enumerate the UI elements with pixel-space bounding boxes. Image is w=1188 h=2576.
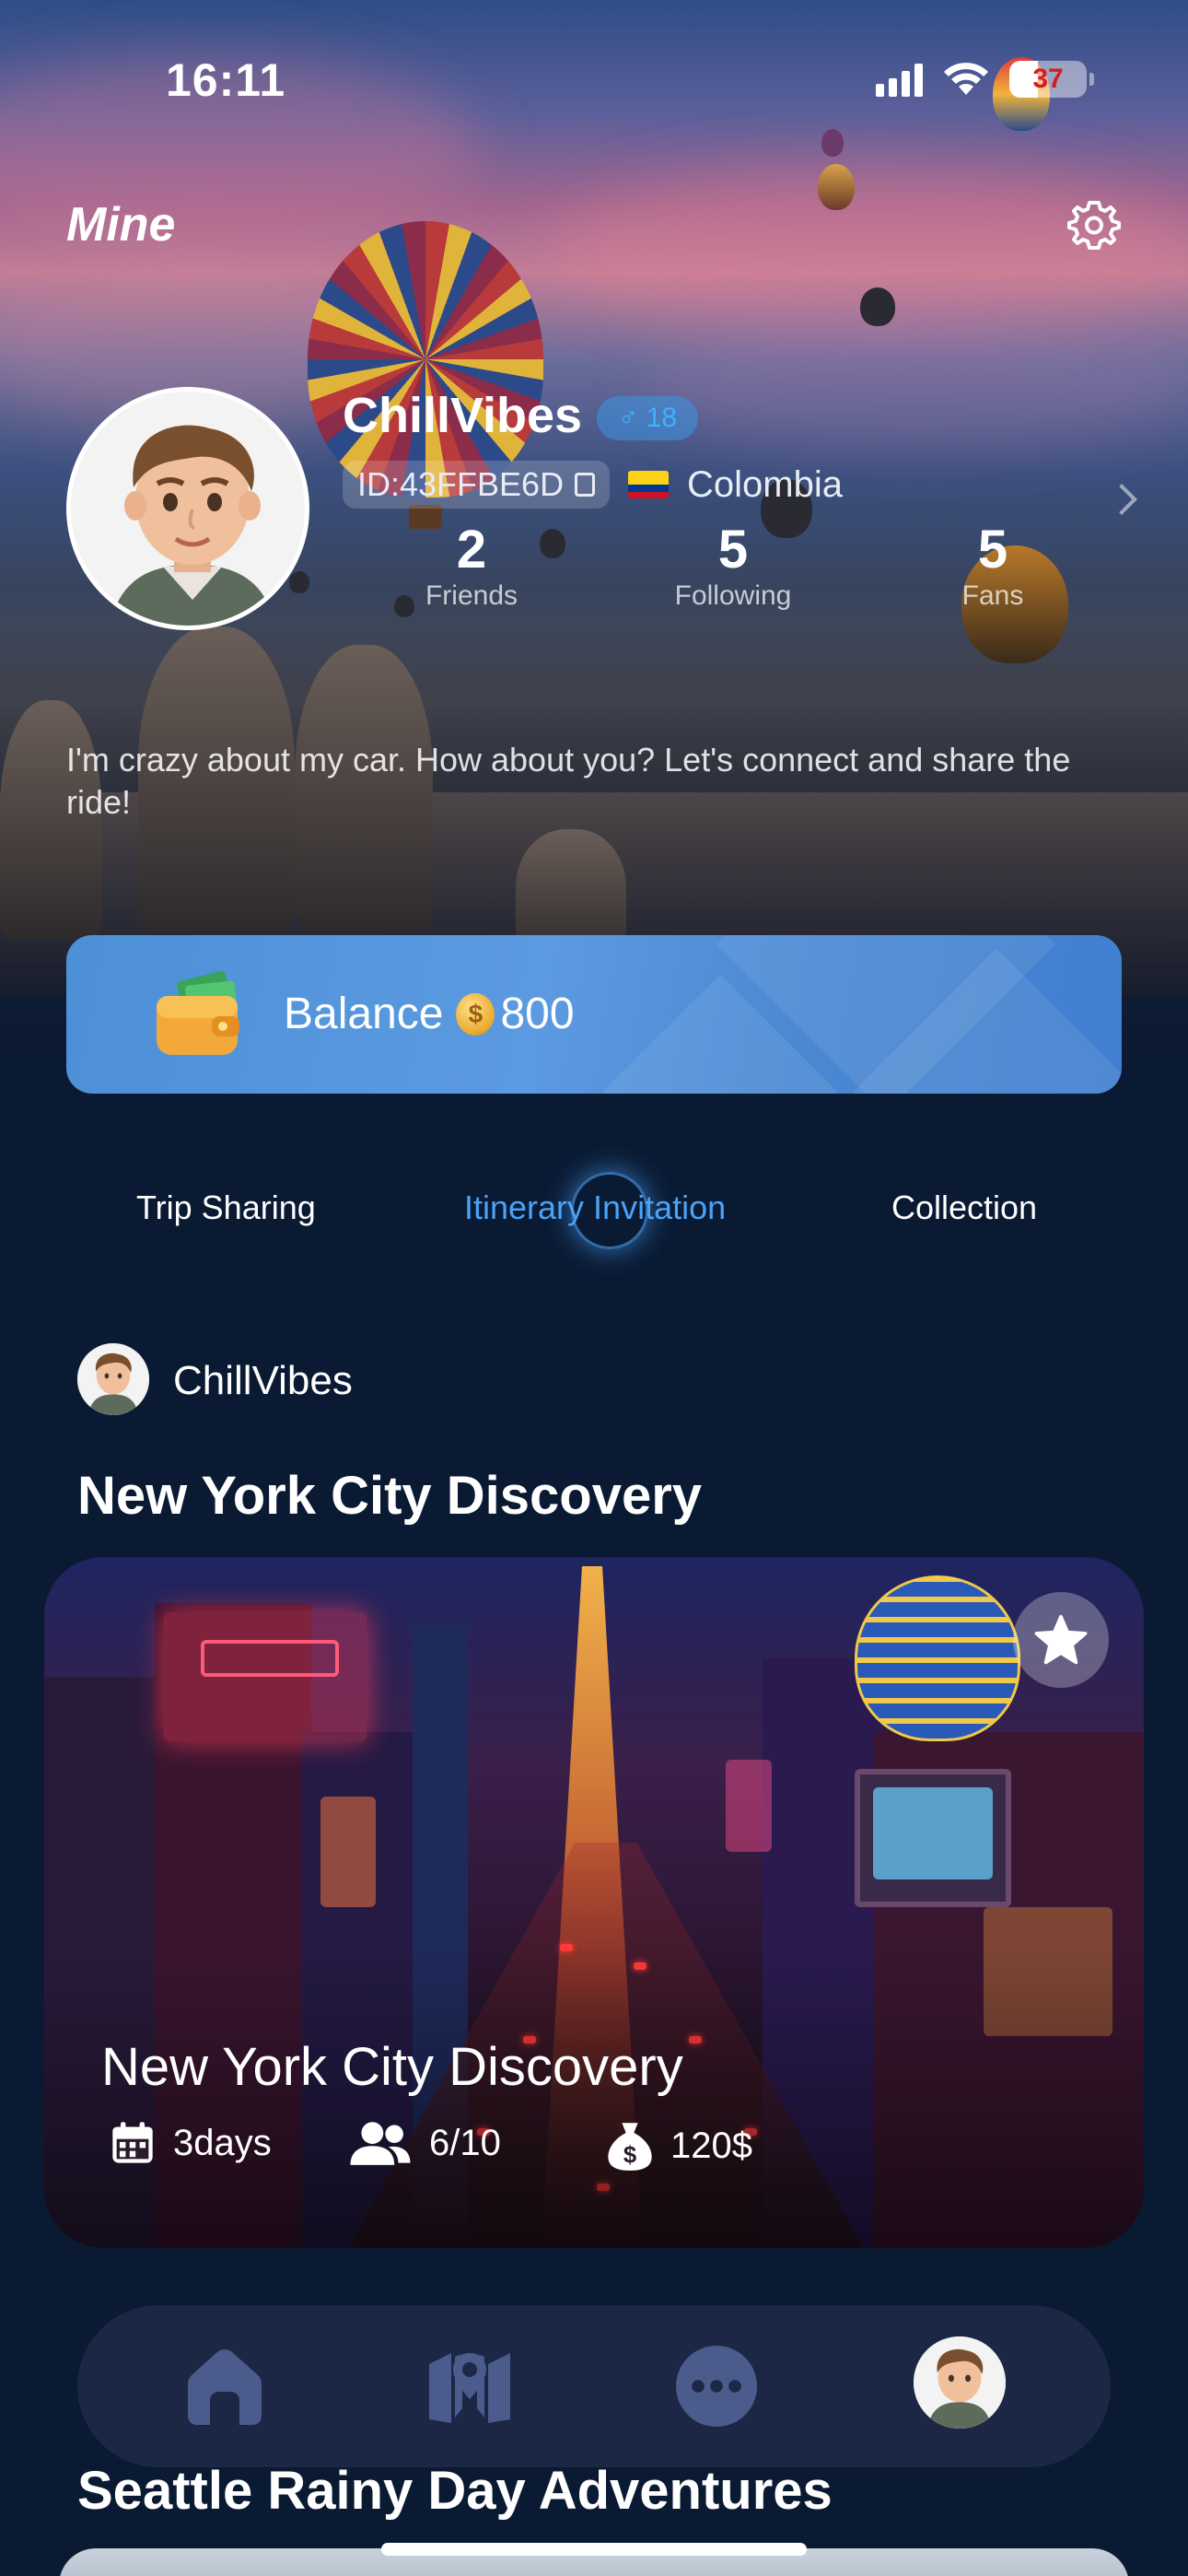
- trip-duration-value: 3days: [173, 2122, 272, 2163]
- post-author-name[interactable]: ChillVibes: [173, 1358, 353, 1404]
- next-post-title: Seattle Rainy Day Adventures: [77, 2461, 833, 2521]
- stat-following[interactable]: 5 Following: [641, 521, 825, 612]
- trip-card[interactable]: New York City Discovery 3days 6/10 $ 120…: [44, 1557, 1144, 2248]
- profile-username: ChillVibes: [343, 388, 583, 443]
- chat-icon[interactable]: [672, 2342, 761, 2430]
- people-icon: [350, 2122, 411, 2165]
- trip-duration: 3days: [109, 2119, 272, 2167]
- user-id: ID:43FFBE6D: [357, 465, 565, 503]
- trip-budget: $ 120$: [606, 2119, 752, 2172]
- coin-icon: $: [456, 993, 495, 1036]
- page-title: Mine: [66, 198, 176, 252]
- favorite-button[interactable]: [1013, 1592, 1109, 1688]
- stat-value: 2: [456, 520, 487, 580]
- stat-label: Fans: [961, 580, 1024, 611]
- stat-fans[interactable]: 5 Fans: [901, 521, 1085, 612]
- status-icons: 37: [876, 61, 1094, 98]
- post-title: New York City Discovery: [77, 1466, 703, 1526]
- user-id-copy-button[interactable]: ID:43FFBE6D: [343, 461, 611, 509]
- colombia-flag-icon: [628, 471, 669, 498]
- stat-label: Following: [674, 580, 792, 611]
- stat-value: 5: [717, 520, 749, 580]
- status-time: 16:11: [166, 54, 286, 106]
- trip-budget-value: 120$: [670, 2125, 752, 2166]
- star-icon: [1034, 1614, 1088, 1665]
- country-name: Colombia: [687, 464, 843, 505]
- copy-icon: [575, 473, 596, 497]
- balance-amount: 800: [500, 989, 575, 1038]
- profile-bio: I'm crazy about my car. How about you? L…: [66, 741, 1071, 821]
- level-badge: ♂ 18: [597, 396, 698, 440]
- map-icon[interactable]: [425, 2342, 514, 2430]
- balance-label: Balance: [284, 989, 444, 1038]
- wifi-icon: [944, 63, 988, 95]
- nav-profile-avatar[interactable]: [914, 2336, 1006, 2429]
- stat-label: Friends: [425, 580, 518, 611]
- trip-participants: 6/10: [348, 2119, 501, 2167]
- money-bag-icon: $: [608, 2123, 652, 2171]
- stat-friends[interactable]: 2 Friends: [379, 521, 564, 612]
- home-indicator[interactable]: [381, 2543, 807, 2556]
- trip-card-title: New York City Discovery: [101, 2037, 683, 2097]
- balance-card[interactable]: Balance $ 800: [66, 935, 1122, 1094]
- tab-itinerary-invitation[interactable]: Itinerary Invitation: [464, 1188, 726, 1227]
- post-author-avatar[interactable]: [77, 1343, 149, 1415]
- battery-indicator: 37: [1009, 61, 1094, 98]
- tab-trip-sharing[interactable]: Trip Sharing: [136, 1188, 316, 1227]
- bottom-navigation: [77, 2305, 1111, 2467]
- gear-icon[interactable]: [1066, 197, 1122, 252]
- country-info: Colombia: [628, 461, 843, 509]
- level-number: 18: [646, 403, 678, 433]
- home-icon[interactable]: [181, 2342, 269, 2430]
- trip-participants-value: 6/10: [429, 2122, 501, 2163]
- cellular-signal-icon: [876, 62, 923, 97]
- tab-collection[interactable]: Collection: [891, 1188, 1037, 1227]
- battery-level: 37: [1032, 64, 1064, 94]
- calendar-icon: [112, 2122, 153, 2163]
- svg-text:$: $: [623, 2142, 636, 2168]
- stat-value: 5: [977, 520, 1008, 580]
- wallet-icon: [157, 970, 239, 1055]
- profile-avatar[interactable]: [66, 387, 309, 630]
